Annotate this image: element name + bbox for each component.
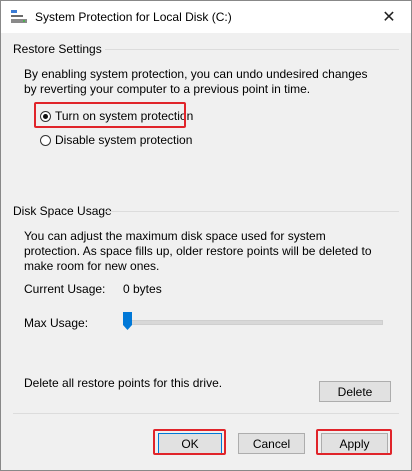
restore-settings-description: By enabling system protection, you can u… [24, 67, 368, 96]
ok-button[interactable]: OK [158, 433, 222, 454]
max-usage-label: Max Usage: [24, 316, 89, 330]
current-usage-label: Current Usage: [24, 282, 106, 296]
system-protection-dialog: System Protection for Local Disk (C:) ✕ … [0, 0, 412, 471]
restore-settings-divider [105, 49, 399, 50]
radio-indicator-disable[interactable] [40, 134, 51, 146]
footer-divider [13, 413, 399, 414]
delete-button[interactable]: Delete [319, 381, 391, 402]
current-usage-value: 0 bytes [123, 282, 162, 296]
title-bar: System Protection for Local Disk (C:) ✕ [1, 1, 411, 33]
max-usage-slider-thumb[interactable] [123, 312, 132, 330]
max-usage-slider-track[interactable] [123, 320, 383, 325]
radio-label-turn-on: Turn on system protection [55, 109, 194, 123]
radio-label-disable: Disable system protection [55, 133, 193, 147]
close-button[interactable]: ✕ [367, 1, 411, 33]
close-icon: ✕ [382, 9, 396, 26]
radio-disable-protection[interactable]: Disable system protection [40, 133, 192, 147]
radio-indicator-turn-on[interactable] [40, 110, 51, 122]
disk-space-divider [105, 211, 399, 212]
delete-restore-points-text: Delete all restore points for this drive… [24, 376, 223, 390]
disk-space-description: You can adjust the maximum disk space us… [24, 229, 372, 273]
cancel-button[interactable]: Cancel [238, 433, 305, 454]
apply-button[interactable]: Apply [321, 433, 388, 454]
window-title: System Protection for Local Disk (C:) [35, 10, 232, 24]
disk-space-heading: Disk Space Usage [13, 204, 112, 218]
drive-protection-icon [11, 10, 27, 23]
radio-turn-on-protection[interactable]: Turn on system protection [40, 109, 193, 123]
restore-settings-heading: Restore Settings [13, 42, 102, 56]
